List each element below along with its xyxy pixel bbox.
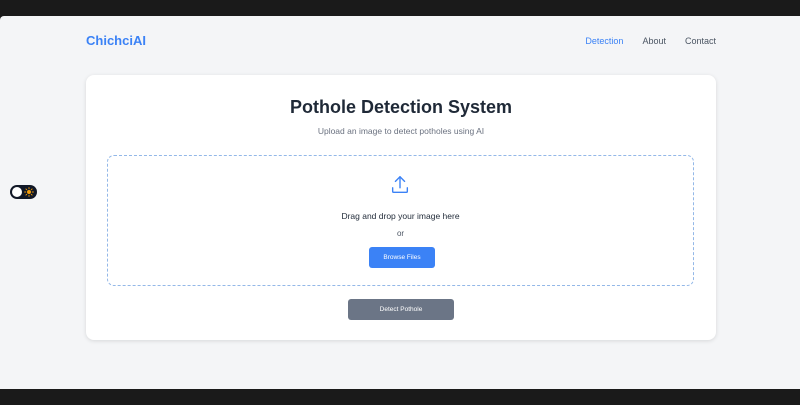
detection-card: Pothole Detection System Upload an image… <box>86 75 716 340</box>
page-viewport: ChichciAI Detection About Contact Pothol… <box>0 16 800 389</box>
page-title: Pothole Detection System <box>289 97 513 117</box>
upload-dropzone[interactable]: Drag and drop your image here or Browse … <box>107 155 694 286</box>
brand-logo[interactable]: ChichciAI <box>86 33 146 48</box>
dropzone-prompt: Drag and drop your image here <box>341 211 460 221</box>
page-subtitle: Upload an image to detect potholes using… <box>317 126 485 136</box>
detect-pothole-button[interactable]: Detect Pothole <box>348 299 454 320</box>
navbar: ChichciAI Detection About Contact <box>0 16 800 68</box>
toggle-knob <box>12 187 22 197</box>
browse-files-button[interactable]: Browse Files <box>369 247 435 268</box>
nav-link-about[interactable]: About <box>642 36 666 46</box>
nav-links: Detection About Contact <box>585 36 716 46</box>
theme-toggle[interactable] <box>10 185 37 199</box>
upload-icon <box>391 176 409 194</box>
nav-link-detection[interactable]: Detection <box>585 36 623 46</box>
dropzone-or: or <box>396 229 405 238</box>
sun-icon <box>24 187 34 197</box>
nav-link-contact[interactable]: Contact <box>685 36 716 46</box>
